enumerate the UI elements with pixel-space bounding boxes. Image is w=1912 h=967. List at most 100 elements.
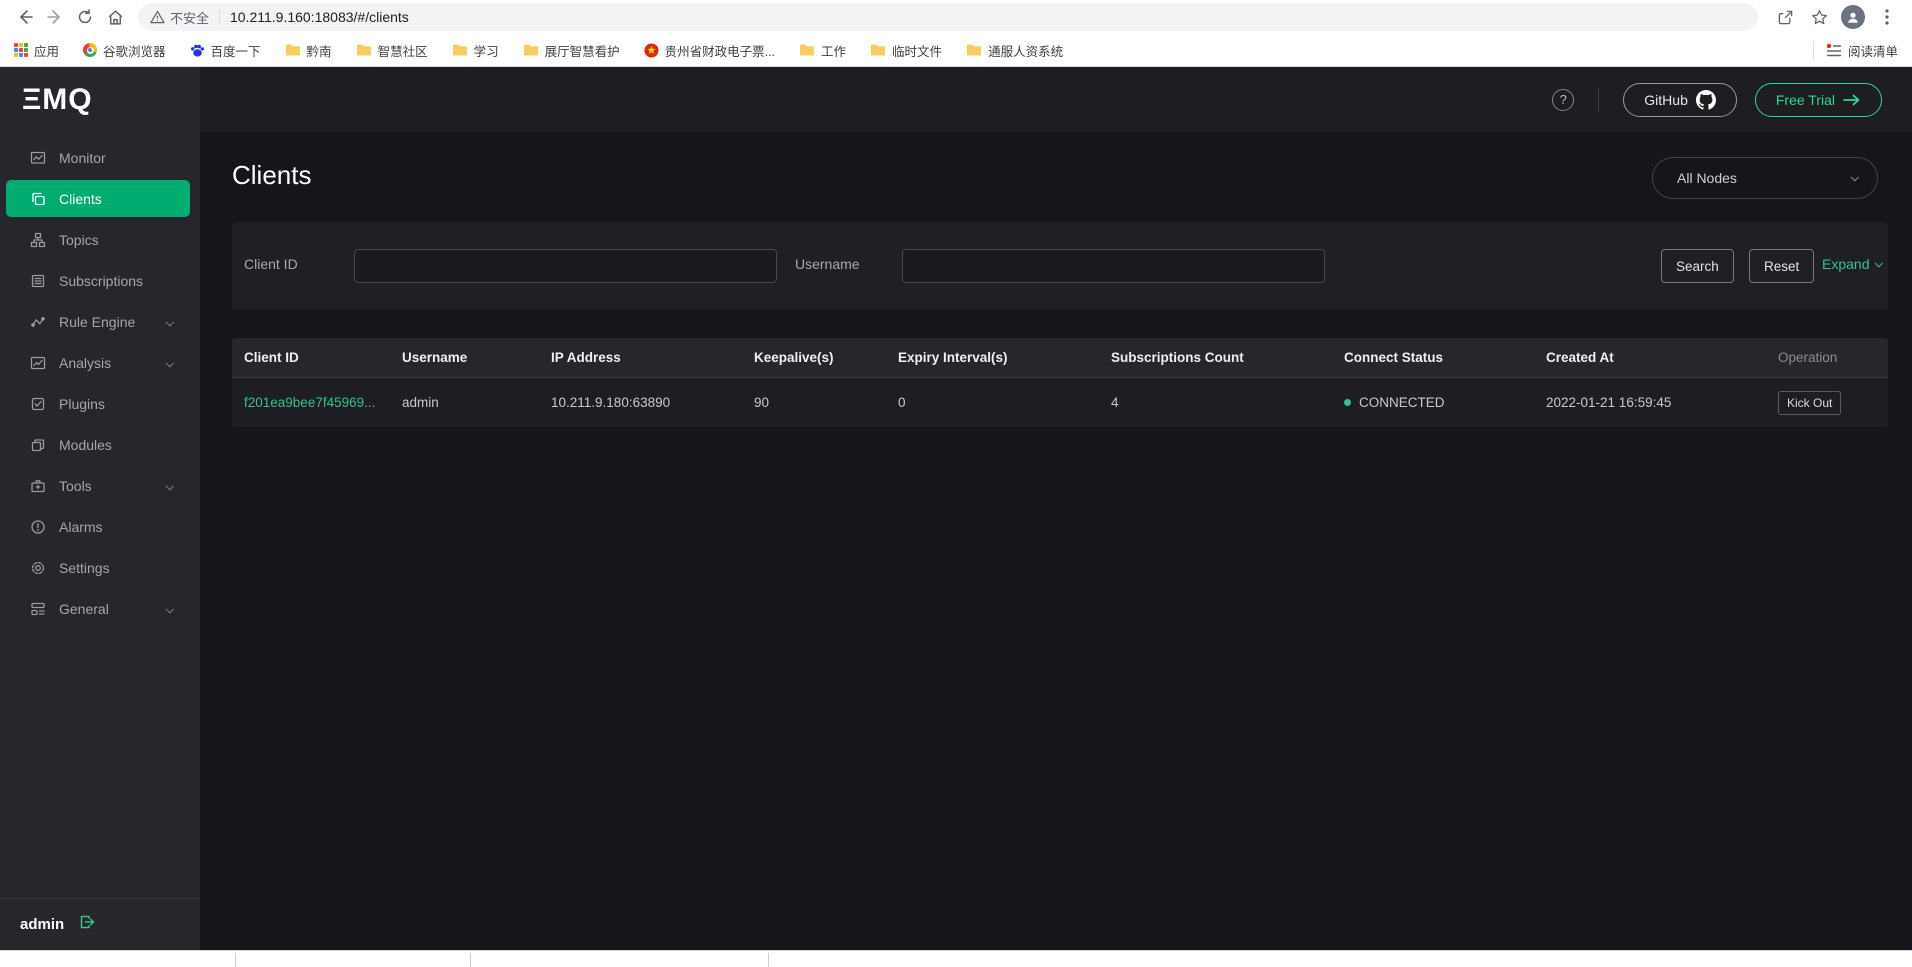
profile-avatar[interactable] xyxy=(1838,3,1868,31)
search-button[interactable]: Search xyxy=(1661,249,1734,283)
chrome-icon xyxy=(83,43,98,57)
tools-icon xyxy=(30,478,46,494)
bookmark-folder[interactable]: 通服人资系统 xyxy=(966,41,1063,60)
sidebar-item-topics[interactable]: Topics xyxy=(0,219,200,260)
bottom-window-strip xyxy=(0,950,1912,967)
share-icon[interactable] xyxy=(1770,3,1800,31)
bookmark-folder[interactable]: 学习 xyxy=(452,41,499,60)
url-text[interactable]: 10.211.9.160:18083/#/clients xyxy=(230,9,409,25)
help-icon[interactable]: ? xyxy=(1552,88,1575,111)
github-label: GitHub xyxy=(1644,91,1688,108)
free-trial-button[interactable]: Free Trial xyxy=(1754,82,1882,117)
emq-logo: ΞMQ xyxy=(22,83,93,116)
plugins-icon xyxy=(30,396,46,412)
bookmark-label: 黔南 xyxy=(306,44,332,59)
bookmark-baidu[interactable]: 百度一下 xyxy=(190,41,261,60)
column-header: IP Address xyxy=(551,350,621,365)
clients-table: Client ID Username IP Address Keepalive(… xyxy=(232,338,1888,427)
home-icon[interactable] xyxy=(100,3,130,31)
app-header: ? GitHub Free Trial xyxy=(200,67,1912,132)
folder-icon xyxy=(871,44,886,56)
cell-subscriptions-count: 4 xyxy=(1111,395,1119,410)
reset-button[interactable]: Reset xyxy=(1749,249,1815,283)
bookmark-apps[interactable]: 应用 xyxy=(14,41,59,60)
column-header: Created At xyxy=(1546,350,1614,365)
sidebar-item-label: Modules xyxy=(59,436,112,453)
bookmark-label: 临时文件 xyxy=(892,44,943,59)
sidebar-item-label: Plugins xyxy=(59,395,105,412)
bookmark-folder[interactable]: 临时文件 xyxy=(870,41,942,60)
expand-link[interactable]: Expand xyxy=(1822,256,1884,272)
sidebar-item-label: General xyxy=(59,600,109,617)
sidebar-item-general[interactable]: General xyxy=(0,588,200,629)
sidebar-item-label: Monitor xyxy=(59,149,106,166)
security-label: 不安全 xyxy=(170,10,210,26)
bookmark-label: 应用 xyxy=(34,44,60,59)
bookmark-folder[interactable]: 智慧社区 xyxy=(356,41,428,60)
sidebar-item-tools[interactable]: Tools xyxy=(0,465,200,506)
user-bar: admin xyxy=(0,898,200,950)
back-icon[interactable] xyxy=(10,3,40,31)
sidebar-item-settings[interactable]: Settings xyxy=(0,547,200,588)
rule-engine-icon xyxy=(30,314,46,330)
reading-list-button[interactable]: 阅读清单 xyxy=(1826,41,1898,60)
bookmark-star-icon[interactable] xyxy=(1804,3,1834,31)
cell-keepalive: 90 xyxy=(754,395,770,410)
table-row: f201ea9bee7f45969... admin 10.211.9.180:… xyxy=(232,378,1888,427)
sidebar-item-label: Alarms xyxy=(59,518,103,535)
sidebar-item-label: Settings xyxy=(59,559,110,576)
sidebar-item-alarms[interactable]: Alarms xyxy=(0,506,200,547)
folder-icon xyxy=(356,44,371,56)
chevron-down-icon xyxy=(165,478,174,494)
search-panel: Client ID Username Search Reset Expand xyxy=(232,222,1888,310)
emblem-icon xyxy=(644,42,659,58)
sidebar-item-analysis[interactable]: Analysis xyxy=(0,342,200,383)
bookmark-folder[interactable]: 黔南 xyxy=(285,41,332,60)
bookmark-emblem[interactable]: 贵州省财政电子票... xyxy=(644,41,775,60)
reload-icon[interactable] xyxy=(70,3,100,31)
modules-icon xyxy=(30,437,46,453)
bookmarks-divider xyxy=(1812,41,1814,59)
browser-menu-icon[interactable] xyxy=(1872,3,1902,31)
sidebar-item-rule-engine[interactable]: Rule Engine xyxy=(0,301,200,342)
sidebar-item-monitor[interactable]: Monitor xyxy=(0,137,200,178)
baidu-paw-icon xyxy=(190,44,204,57)
client-id-label: Client ID xyxy=(244,256,298,272)
sidebar-item-plugins[interactable]: Plugins xyxy=(0,383,200,424)
bookmark-folder[interactable]: 工作 xyxy=(799,41,846,60)
bookmark-label: 智慧社区 xyxy=(377,44,428,59)
logout-icon[interactable] xyxy=(78,913,96,936)
table-header-row: Client ID Username IP Address Keepalive(… xyxy=(232,338,1888,378)
folder-icon xyxy=(800,44,815,56)
github-button[interactable]: GitHub xyxy=(1623,82,1737,117)
node-filter-value: All Nodes xyxy=(1677,170,1737,186)
cell-username: admin xyxy=(402,395,439,410)
sidebar: ΞMQ Monitor Clients Topics Subscriptions… xyxy=(0,67,200,950)
kick-out-button[interactable]: Kick Out xyxy=(1778,390,1842,415)
free-trial-label: Free Trial xyxy=(1775,91,1835,108)
column-header: Operation xyxy=(1778,350,1838,365)
bookmark-chrome[interactable]: 谷歌浏览器 xyxy=(83,41,166,60)
column-header: Connect Status xyxy=(1344,350,1444,365)
bookmarks-bar: 应用 谷歌浏览器 百度一下 黔南 智慧社区 学习 展厅智慧看护 贵州省财政电子票… xyxy=(0,34,1912,67)
address-bar[interactable]: 不安全 10.211.9.160:18083/#/clients xyxy=(138,3,1758,31)
bookmark-folder[interactable]: 展厅智慧看护 xyxy=(523,41,620,60)
cell-expiry-interval: 0 xyxy=(898,395,906,410)
forward-icon[interactable] xyxy=(40,3,70,31)
client-id-input[interactable] xyxy=(354,249,777,283)
clients-icon xyxy=(30,191,46,207)
node-filter-select[interactable]: All Nodes xyxy=(1652,157,1878,199)
column-header: Subscriptions Count xyxy=(1111,350,1244,365)
sidebar-item-modules[interactable]: Modules xyxy=(0,424,200,465)
settings-gear-icon xyxy=(30,560,46,576)
header-divider xyxy=(1598,86,1600,113)
username-input[interactable] xyxy=(902,249,1325,283)
client-id-link[interactable]: f201ea9bee7f45969... xyxy=(244,395,375,410)
arrow-right-icon xyxy=(1843,94,1860,105)
sidebar-item-subscriptions[interactable]: Subscriptions xyxy=(0,260,200,301)
sidebar-item-clients[interactable]: Clients xyxy=(6,180,190,217)
page-title: Clients xyxy=(232,160,312,190)
column-header: Username xyxy=(402,350,468,365)
security-chip[interactable]: 不安全 xyxy=(150,8,209,27)
browser-toolbar: 不安全 10.211.9.160:18083/#/clients xyxy=(0,0,1912,34)
